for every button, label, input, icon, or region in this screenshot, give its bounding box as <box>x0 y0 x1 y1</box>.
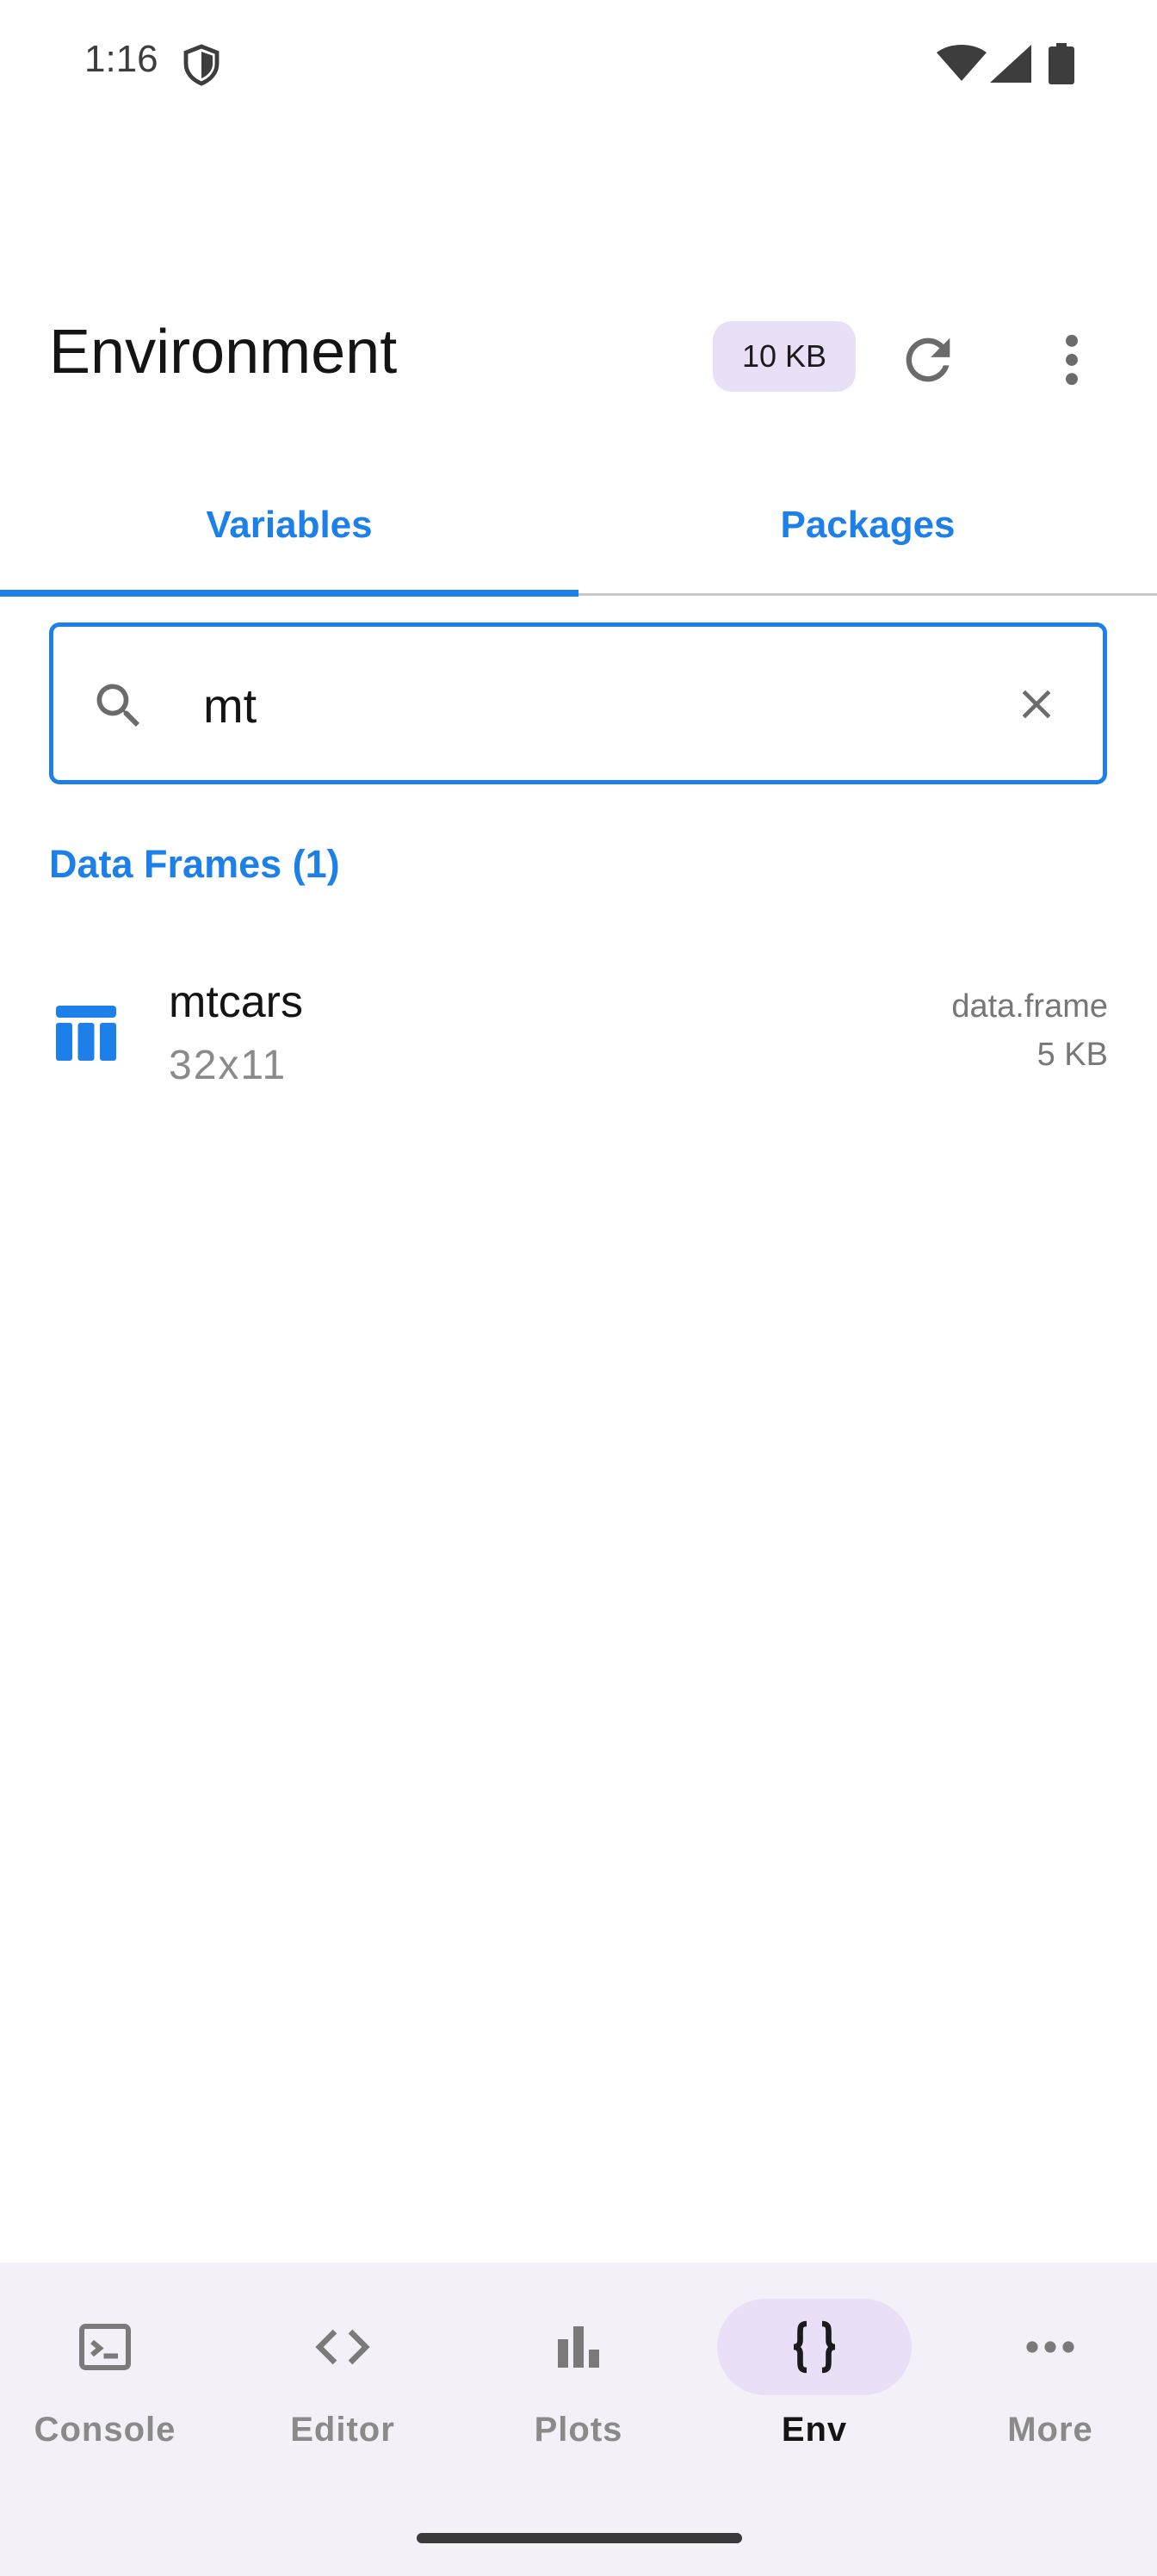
nav-plots-icon-container <box>481 2299 676 2395</box>
table-icon <box>56 1006 116 1061</box>
more-horiz-icon <box>1026 2341 1074 2353</box>
tab-packages[interactable]: Packages <box>578 482 1157 568</box>
terminal-icon <box>79 2324 131 2370</box>
nav-env[interactable]: Env <box>699 2290 930 2462</box>
nav-console-icon-container <box>8 2299 202 2395</box>
search-input[interactable] <box>203 672 961 739</box>
nav-plots-label: Plots <box>534 2411 623 2449</box>
nav-more-label: More <box>1007 2411 1093 2449</box>
search-icon <box>96 684 140 728</box>
home-indicator[interactable] <box>417 2533 742 2543</box>
variable-type: data.frame <box>951 988 1108 1025</box>
battery-icon <box>1049 43 1074 84</box>
wifi-icon <box>937 45 987 81</box>
shield-icon <box>183 44 220 86</box>
status-time: 1:16 <box>84 38 158 80</box>
code-icon <box>315 2329 370 2365</box>
signal-icon <box>990 45 1031 83</box>
nav-env-label: Env <box>781 2411 848 2449</box>
variable-size: 5 KB <box>1036 1037 1108 1073</box>
nav-env-icon-container <box>717 2299 912 2395</box>
section-header-data-frames[interactable]: Data Frames (1) <box>49 842 340 887</box>
nav-console[interactable]: Console <box>0 2290 220 2462</box>
nav-editor[interactable]: Editor <box>227 2290 458 2462</box>
bar-chart-icon <box>558 2326 599 2368</box>
tab-indicator <box>0 590 578 597</box>
page-title: Environment <box>49 318 398 387</box>
tab-variables[interactable]: Variables <box>0 482 578 568</box>
nav-more-icon-container <box>953 2299 1148 2395</box>
refresh-icon[interactable] <box>895 327 961 393</box>
nav-console-label: Console <box>34 2411 176 2449</box>
nav-editor-label: Editor <box>290 2411 395 2449</box>
variable-name: mtcars <box>169 977 303 1027</box>
nav-plots[interactable]: Plots <box>463 2290 694 2462</box>
braces-icon <box>793 2320 836 2374</box>
variable-dimensions: 32x11 <box>169 1043 288 1088</box>
memory-size-badge[interactable]: 10 KB <box>713 321 856 392</box>
nav-editor-icon-container <box>245 2299 440 2395</box>
more-vert-icon[interactable] <box>1059 327 1085 393</box>
nav-more[interactable]: More <box>935 2290 1157 2462</box>
close-icon[interactable] <box>1012 680 1061 728</box>
